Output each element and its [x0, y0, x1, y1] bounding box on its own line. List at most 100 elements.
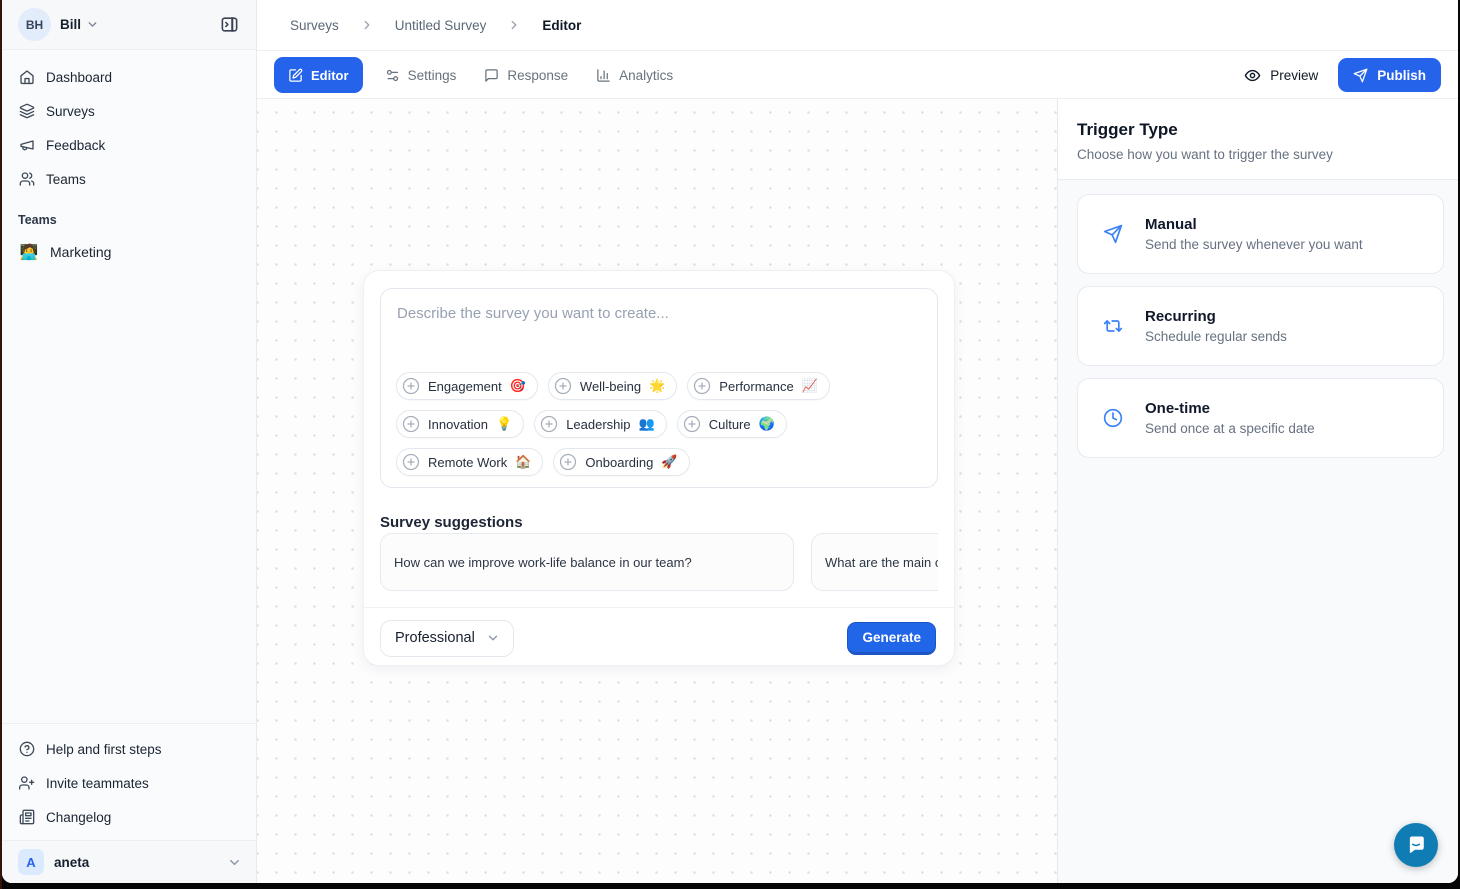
- sidebar-item-help[interactable]: Help and first steps: [10, 732, 248, 766]
- sidebar-item-label: Feedback: [46, 138, 105, 153]
- newspaper-icon: [19, 809, 35, 825]
- chip-label: Engagement: [428, 379, 502, 394]
- workspace-switcher[interactable]: BH Bill: [2, 0, 256, 50]
- suggestion-card[interactable]: How can we improve work-life balance in …: [380, 533, 794, 591]
- breadcrumb-surveys[interactable]: Surveys: [290, 18, 339, 33]
- tab-label: Settings: [408, 68, 457, 83]
- user-menu[interactable]: A aneta: [2, 840, 256, 883]
- app-window: BH Bill Dashboard Surv: [2, 0, 1458, 883]
- suggestion-card[interactable]: What are the main obstacles in our workf…: [811, 533, 938, 591]
- chip-engagement[interactable]: Engagement 🎯: [396, 372, 538, 400]
- rocket-emoji-icon: 🚀: [661, 454, 677, 470]
- chip-well-being[interactable]: Well-being 🌟: [548, 372, 677, 400]
- sidebar-item-label: Dashboard: [46, 70, 112, 85]
- trigger-option-manual[interactable]: Manual Send the survey whenever you want: [1077, 194, 1444, 274]
- sidebar-item-label: Changelog: [46, 810, 111, 825]
- help-circle-icon: [19, 741, 35, 757]
- user-plus-icon: [19, 775, 35, 791]
- publish-label: Publish: [1377, 68, 1426, 83]
- chip-innovation[interactable]: Innovation 💡: [396, 410, 524, 438]
- chevron-right-icon: [360, 18, 374, 32]
- generate-button[interactable]: Generate: [847, 622, 936, 655]
- sidebar-item-surveys[interactable]: Surveys: [10, 94, 248, 128]
- plus-circle-icon: [540, 415, 558, 433]
- chart-column-icon: [596, 68, 611, 83]
- sidebar-item-invite[interactable]: Invite teammates: [10, 766, 248, 800]
- megaphone-icon: [19, 137, 35, 153]
- tab-analytics[interactable]: Analytics: [584, 57, 685, 93]
- sidebar-footer: Help and first steps Invite teammates Ch…: [2, 723, 256, 840]
- chip-leadership[interactable]: Leadership 👥: [534, 410, 667, 438]
- tab-label: Editor: [311, 68, 349, 83]
- user-name: aneta: [54, 855, 89, 870]
- chip-label: Remote Work: [428, 455, 507, 470]
- survey-composer-card: Engagement 🎯 Well-being 🌟 Performance 📈: [363, 270, 955, 666]
- sidebar-item-dashboard[interactable]: Dashboard: [10, 60, 248, 94]
- user-avatar: A: [18, 849, 44, 875]
- sidebar-item-label: Help and first steps: [46, 742, 162, 757]
- chevron-down-icon: [227, 855, 242, 870]
- sidebar-nav: Dashboard Surveys Feedback Teams: [2, 50, 256, 196]
- chip-culture[interactable]: Culture 🌍: [677, 410, 787, 438]
- sidebar-item-feedback[interactable]: Feedback: [10, 128, 248, 162]
- chat-launcher-button[interactable]: [1394, 823, 1438, 867]
- breadcrumb-editor: Editor: [542, 18, 581, 33]
- sidebar-item-label: Invite teammates: [46, 776, 149, 791]
- trigger-option-title: One-time: [1145, 400, 1315, 417]
- plus-circle-icon: [683, 415, 701, 433]
- tone-select[interactable]: Professional: [380, 620, 514, 657]
- sidebar-item-teams[interactable]: Teams: [10, 162, 248, 196]
- survey-prompt-input[interactable]: [381, 289, 937, 359]
- toolbar-actions: Preview Publish: [1244, 58, 1441, 92]
- sidebar: BH Bill Dashboard Surv: [2, 0, 257, 883]
- busts-emoji-icon: 👥: [639, 416, 655, 432]
- chip-label: Onboarding: [585, 455, 653, 470]
- sidebar-item-team-marketing[interactable]: 🧑‍💻 Marketing: [10, 235, 248, 269]
- chip-label: Leadership: [566, 417, 630, 432]
- sidebar-item-label: Surveys: [46, 104, 95, 119]
- tab-settings[interactable]: Settings: [373, 57, 469, 93]
- home-icon: [19, 69, 35, 85]
- send-icon: [1353, 68, 1368, 83]
- layers-icon: [19, 103, 35, 119]
- publish-button[interactable]: Publish: [1338, 58, 1441, 92]
- tab-label: Response: [507, 68, 568, 83]
- trigger-option-description: Send the survey whenever you want: [1145, 237, 1363, 252]
- trigger-type-panel: Trigger Type Choose how you want to trig…: [1057, 99, 1458, 883]
- plus-circle-icon: [693, 377, 711, 395]
- sidebar-item-label: Teams: [46, 172, 86, 187]
- glowing-star-emoji-icon: 🌟: [649, 378, 665, 394]
- chevron-right-icon: [507, 18, 521, 32]
- preview-label: Preview: [1270, 68, 1318, 83]
- repeat-icon: [1103, 316, 1123, 336]
- eye-icon: [1244, 67, 1261, 84]
- trigger-option-description: Send once at a specific date: [1145, 421, 1315, 436]
- plus-circle-icon: [402, 377, 420, 395]
- chip-label: Culture: [709, 417, 751, 432]
- trigger-option-one-time[interactable]: One-time Send once at a specific date: [1077, 378, 1444, 458]
- square-pen-icon: [288, 68, 303, 83]
- collapse-sidebar-button[interactable]: [214, 10, 244, 40]
- message-square-icon: [484, 68, 499, 83]
- preview-button[interactable]: Preview: [1244, 67, 1318, 84]
- chevron-down-icon: [486, 631, 500, 645]
- divider: [364, 607, 954, 608]
- chevron-down-icon: [86, 18, 99, 31]
- trigger-options: Manual Send the survey whenever you want…: [1058, 180, 1458, 458]
- chip-onboarding[interactable]: Onboarding 🚀: [553, 448, 689, 476]
- team-name: Marketing: [50, 244, 111, 260]
- breadcrumb-untitled-survey[interactable]: Untitled Survey: [395, 18, 487, 33]
- trigger-option-recurring[interactable]: Recurring Schedule regular sends: [1077, 286, 1444, 366]
- tab-editor[interactable]: Editor: [274, 57, 363, 93]
- chip-performance[interactable]: Performance 📈: [687, 372, 830, 400]
- sidebar-item-changelog[interactable]: Changelog: [10, 800, 248, 834]
- chip-remote-work[interactable]: Remote Work 🏠: [396, 448, 543, 476]
- plus-circle-icon: [402, 453, 420, 471]
- dart-emoji-icon: 🎯: [510, 378, 526, 394]
- workspace-name: Bill: [60, 17, 81, 32]
- tab-response[interactable]: Response: [472, 57, 580, 93]
- prompt-card: Engagement 🎯 Well-being 🌟 Performance 📈: [380, 288, 938, 488]
- light-bulb-emoji-icon: 💡: [496, 416, 512, 432]
- topic-chips: Engagement 🎯 Well-being 🌟 Performance 📈: [396, 372, 925, 476]
- editor-canvas: Engagement 🎯 Well-being 🌟 Performance 📈: [257, 99, 1057, 883]
